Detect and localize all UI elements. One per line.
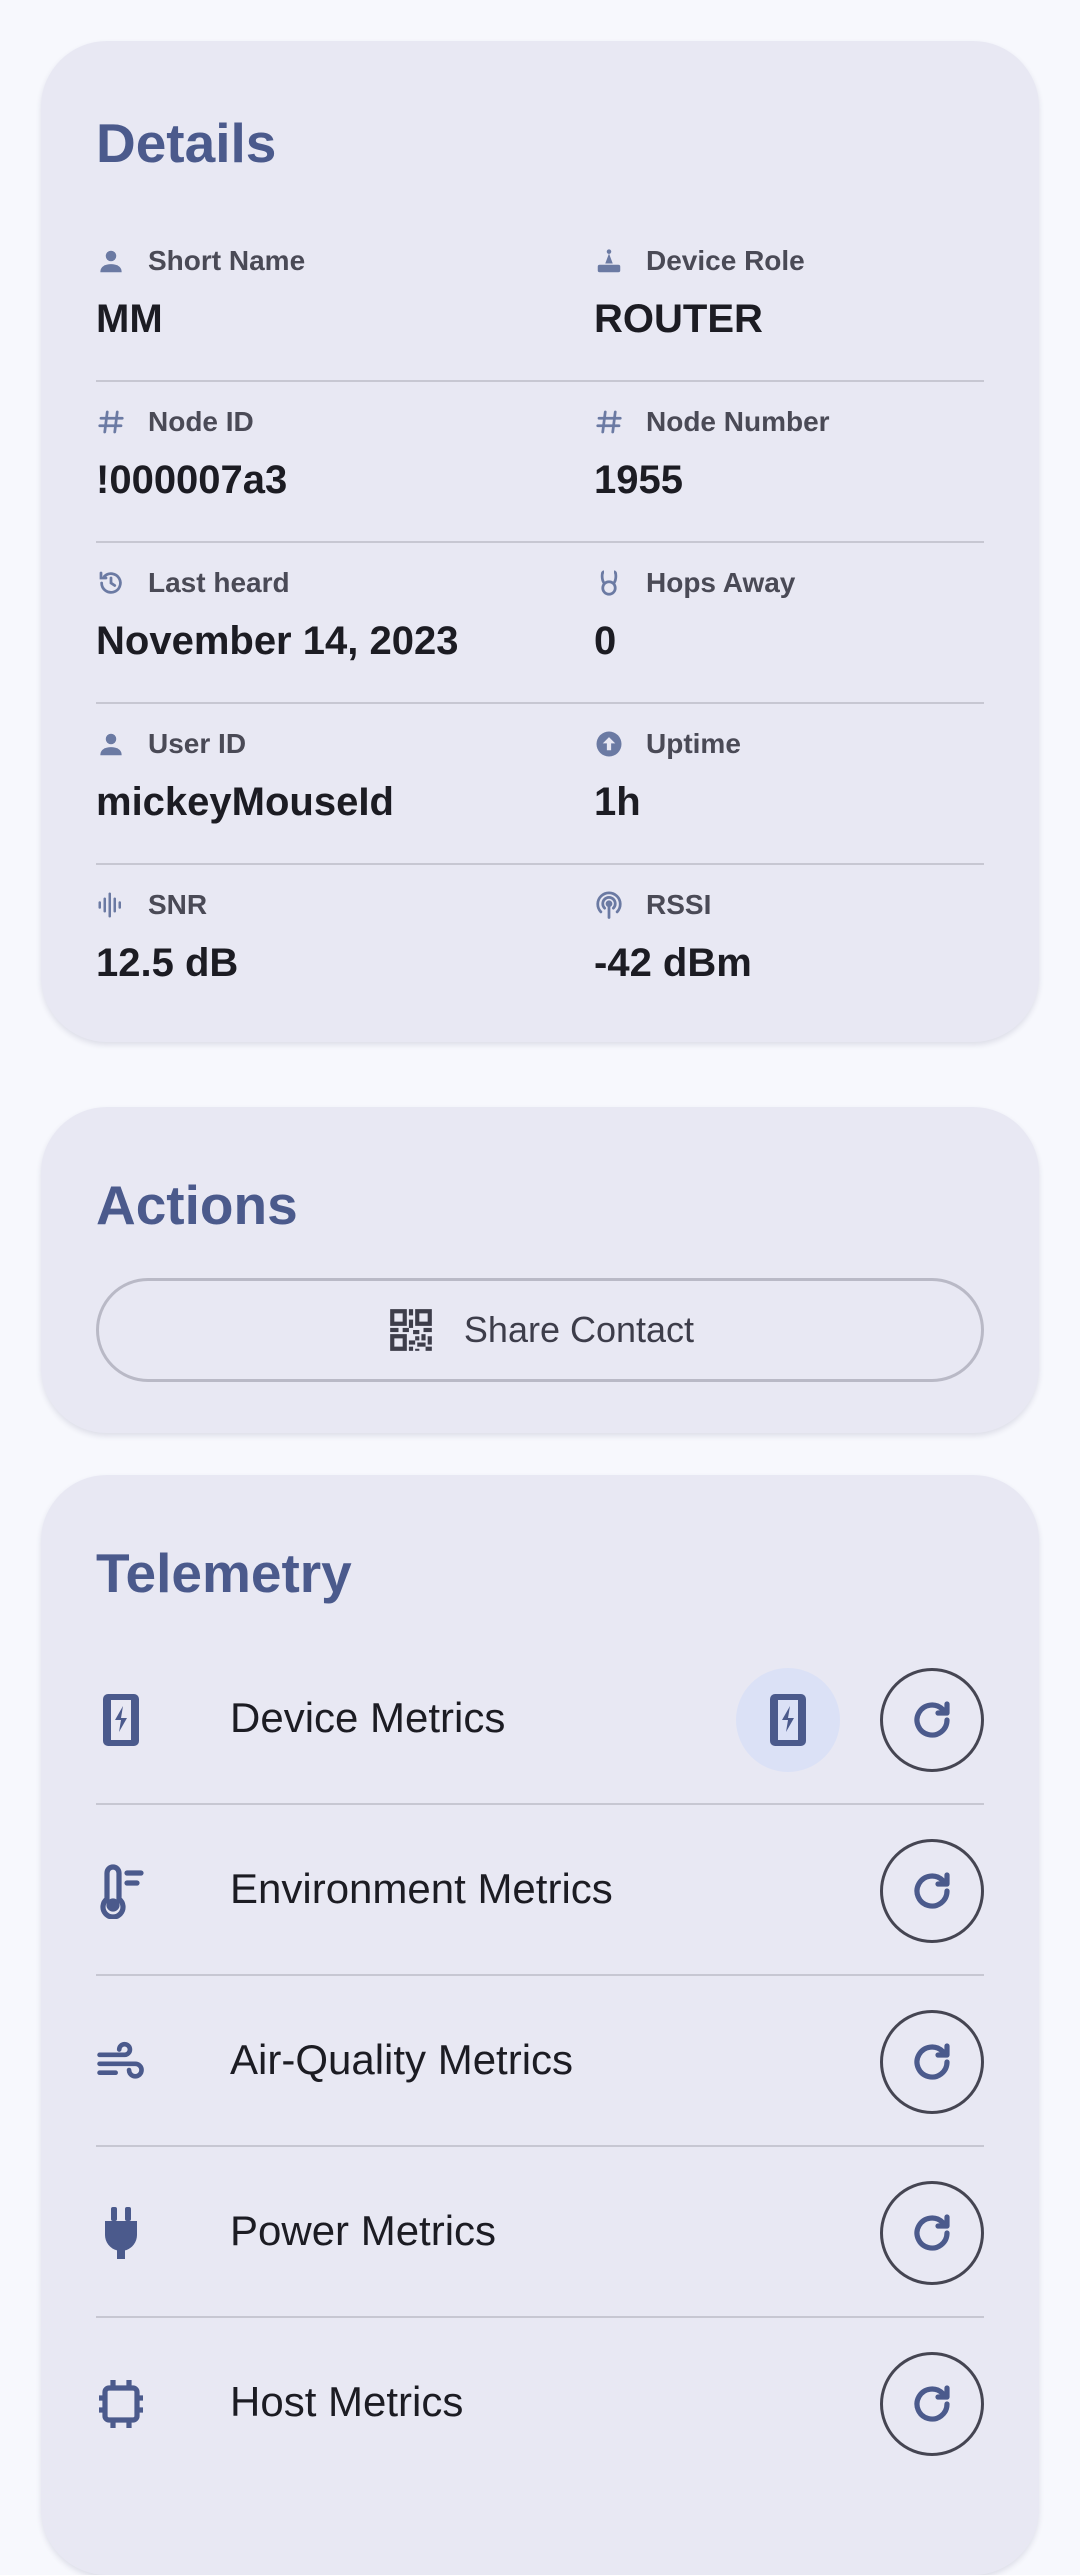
node-id-value: !000007a3: [96, 458, 288, 502]
qr-code-icon: [386, 1305, 436, 1355]
device-role-field: Device Role ROUTER: [594, 221, 1034, 382]
signal-wave-icon: [96, 890, 126, 920]
snr-label: SNR: [148, 889, 208, 920]
host-icon: [96, 2374, 146, 2434]
device-role-value: ROUTER: [594, 297, 763, 341]
host-metrics-label: Host Metrics: [230, 2378, 464, 2425]
node-number-field: Node Number 1955: [594, 382, 1034, 543]
power-metrics-refresh-button[interactable]: [880, 2181, 984, 2285]
telemetry-item-air-quality-metrics[interactable]: Air-Quality Metrics: [96, 1976, 984, 2147]
details-row: User ID mickeyMouseId Uptime 1h: [96, 704, 984, 865]
antenna-icon: [594, 890, 624, 920]
actions-card: Actions Share Contact: [41, 1107, 1039, 1433]
hops-away-value: 0: [594, 619, 617, 663]
hops-away-label: Hops Away: [646, 567, 796, 598]
device-metrics-refresh-button[interactable]: [880, 1668, 984, 1772]
telemetry-item-power-metrics[interactable]: Power Metrics: [96, 2147, 984, 2318]
node-id-field: Node ID !000007a3: [96, 382, 536, 543]
router-icon: [594, 246, 624, 276]
user-id-field: User ID mickeyMouseId: [96, 704, 536, 865]
snr-field: SNR 12.5 dB: [96, 865, 536, 1026]
telemetry-item-device-metrics[interactable]: Device Metrics: [96, 1634, 984, 1805]
user-id-value: mickeyMouseId: [96, 780, 394, 824]
environment-metrics-label: Environment Metrics: [230, 1865, 613, 1912]
hash-icon: [594, 407, 624, 437]
details-title: Details: [96, 112, 277, 174]
short-name-value: MM: [96, 297, 163, 341]
short-name-field: Short Name MM: [96, 221, 536, 382]
device-metrics-icon: [96, 1690, 146, 1750]
air-quality-metrics-label: Air-Quality Metrics: [230, 2036, 574, 2083]
rssi-label: RSSI: [646, 889, 712, 920]
person-icon: [96, 729, 126, 759]
telemetry-title: Telemetry: [96, 1542, 352, 1604]
telemetry-item-host-metrics[interactable]: Host Metrics: [96, 2318, 984, 2489]
node-number-value: 1955: [594, 458, 683, 502]
snr-value: 12.5 dB: [96, 941, 239, 985]
last-heard-label: Last heard: [148, 567, 290, 598]
uptime-value: 1h: [594, 780, 641, 824]
details-row: Short Name MM Device Role ROUTER: [96, 221, 984, 382]
details-row: SNR 12.5 dB RSSI -42 dBm: [96, 865, 984, 1026]
uptime-field: Uptime 1h: [594, 704, 1034, 865]
hash-icon: [96, 407, 126, 437]
telemetry-item-environment-metrics[interactable]: Environment Metrics: [96, 1805, 984, 1976]
uptime-icon: [594, 729, 624, 759]
person-icon: [96, 246, 126, 276]
power-metrics-label: Power Metrics: [230, 2207, 497, 2254]
telemetry-card: Telemetry Device Metrics Environment Met…: [41, 1475, 1039, 2575]
details-card: Details Short Name MM Device Role ROUTER…: [41, 41, 1039, 1042]
details-row: Node ID !000007a3 Node Number 1955: [96, 382, 984, 543]
air-quality-metrics-refresh-button[interactable]: [880, 2010, 984, 2114]
plug-icon: [96, 2203, 146, 2263]
device-metrics-chart-button[interactable]: [736, 1668, 840, 1772]
hops-icon: [594, 568, 624, 598]
rssi-field: RSSI -42 dBm: [594, 865, 1034, 1026]
device-role-label: Device Role: [646, 245, 805, 276]
uptime-label: Uptime: [646, 728, 741, 759]
hops-away-field: Hops Away 0: [594, 543, 1034, 704]
short-name-label: Short Name: [148, 245, 306, 276]
actions-title: Actions: [96, 1174, 298, 1236]
share-contact-button[interactable]: Share Contact: [96, 1278, 984, 1382]
last-heard-field: Last heard November 14, 2023: [96, 543, 536, 704]
thermometer-icon: [96, 1861, 146, 1921]
last-heard-value: November 14, 2023: [96, 619, 459, 663]
user-id-label: User ID: [148, 728, 247, 759]
history-icon: [96, 568, 126, 598]
device-metrics-label: Device Metrics: [230, 1694, 506, 1741]
host-metrics-refresh-button[interactable]: [880, 2352, 984, 2456]
details-row: Last heard November 14, 2023 Hops Away 0: [96, 543, 984, 704]
share-contact-label: Share Contact: [463, 1309, 695, 1350]
environment-metrics-refresh-button[interactable]: [880, 1839, 984, 1943]
air-icon: [96, 2032, 146, 2092]
node-number-label: Node Number: [646, 406, 830, 437]
rssi-value: -42 dBm: [594, 941, 752, 985]
node-id-label: Node ID: [148, 406, 254, 437]
